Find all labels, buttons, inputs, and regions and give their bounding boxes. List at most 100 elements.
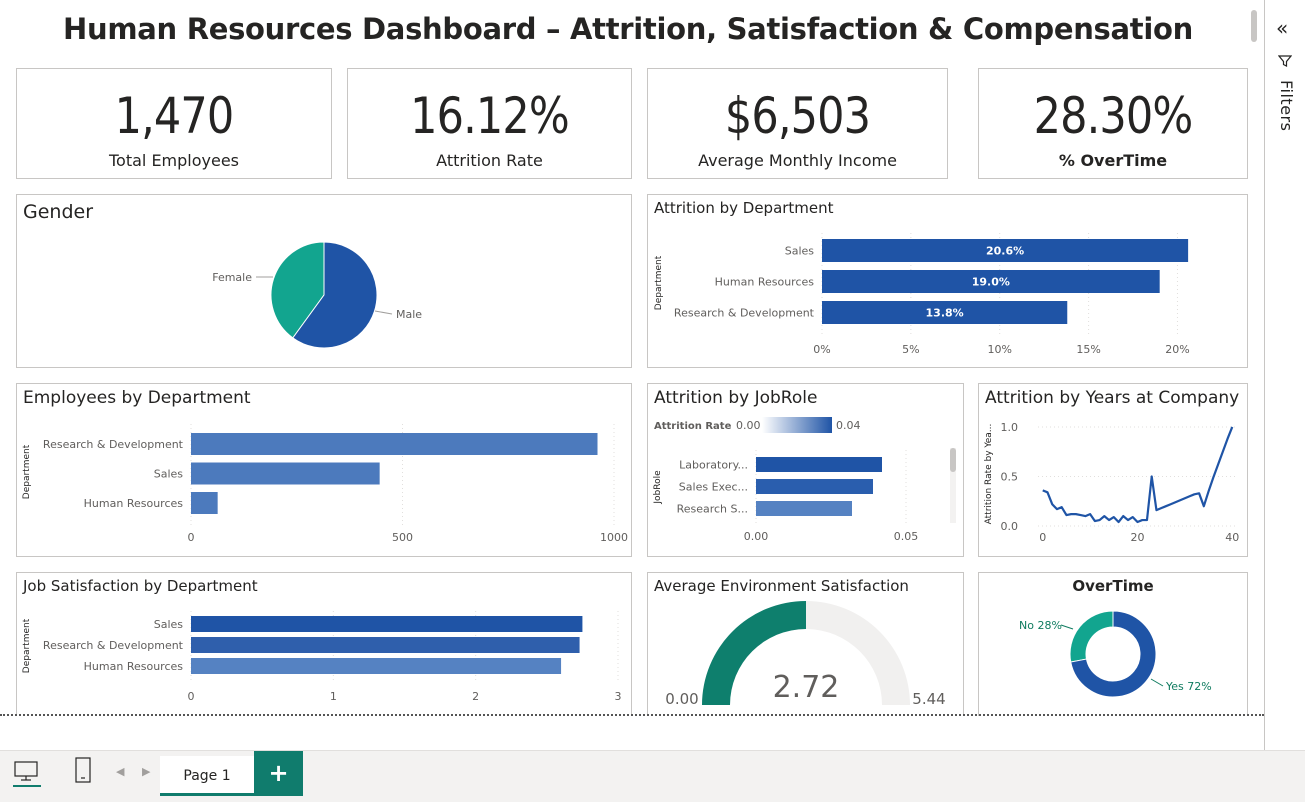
previous-page-icon[interactable]: ◀ bbox=[116, 765, 124, 778]
y-axis-title: Attrition Rate by Yea... bbox=[984, 424, 994, 525]
bar bbox=[191, 492, 218, 514]
x-tick-label: 2 bbox=[472, 690, 479, 703]
kpi-value: 28.30% bbox=[1033, 87, 1194, 145]
overtime-donut-chart[interactable]: No 28% Yes 72% bbox=[979, 573, 1247, 716]
kpi-label: Total Employees bbox=[108, 151, 240, 170]
kpi-overtime-pct[interactable]: 28.30% % OverTime bbox=[978, 68, 1248, 179]
category-label: Sales bbox=[154, 618, 184, 631]
y-tick-label: 0.5 bbox=[1001, 470, 1019, 483]
expand-chevron-icon[interactable]: « bbox=[1276, 16, 1288, 40]
kpi-total-employees[interactable]: 1,470 Total Employees bbox=[16, 68, 332, 179]
category-label: Research & Development bbox=[43, 639, 184, 652]
bar bbox=[191, 658, 562, 674]
y-axis-title: JobRole bbox=[653, 470, 663, 505]
visual-overtime[interactable]: OverTime No 28% Yes 72% bbox=[978, 572, 1248, 716]
bar bbox=[756, 457, 882, 472]
category-label: Sales Exec... bbox=[679, 481, 748, 494]
kpi-label: Attrition Rate bbox=[436, 151, 543, 170]
attrition-years-line-chart[interactable]: 0.0 0.5 1.0 0 20 40 Attrition Rate by Yea... bbox=[979, 384, 1247, 556]
mobile-layout-icon[interactable] bbox=[74, 757, 92, 785]
gauge-max-label: 5.44 bbox=[912, 690, 945, 708]
kpi-value: $6,503 bbox=[724, 87, 871, 145]
category-label: Laboratory... bbox=[679, 459, 748, 472]
page-navigation-bar: ◀ ▶ Page 1 + bbox=[0, 750, 1305, 802]
job-satisfaction-bar-chart[interactable]: Sales Research & Development Human Resourc… bbox=[17, 573, 631, 716]
x-tick-label: 0.05 bbox=[894, 530, 919, 543]
x-tick-label: 20 bbox=[1131, 531, 1145, 544]
category-label: Research S... bbox=[677, 503, 748, 516]
x-tick-label: 1 bbox=[330, 690, 337, 703]
category-label: Human Resources bbox=[84, 660, 184, 673]
bar bbox=[756, 501, 852, 516]
gender-pie-chart[interactable]: Female Male bbox=[17, 195, 631, 367]
canvas-boundary bbox=[0, 714, 1264, 716]
kpi-value: 16.12% bbox=[410, 87, 570, 145]
kpi-label: % OverTime bbox=[1058, 151, 1168, 170]
visual-employees-by-department[interactable]: Employees by Department Research & Devel… bbox=[16, 383, 632, 557]
funnel-icon bbox=[1278, 55, 1292, 67]
leader-line bbox=[1150, 678, 1164, 687]
bar bbox=[191, 637, 580, 653]
bar bbox=[756, 479, 873, 494]
y-axis-title: Department bbox=[654, 255, 664, 310]
add-page-button[interactable]: + bbox=[254, 751, 303, 796]
x-tick-label: 0.00 bbox=[744, 530, 769, 543]
category-label: Sales bbox=[785, 245, 815, 258]
y-tick-label: 0.0 bbox=[1001, 520, 1019, 533]
filter-pane-collapsed[interactable]: « Filters bbox=[1264, 0, 1305, 750]
x-tick-label: 40 bbox=[1225, 531, 1239, 544]
y-axis-title: Department bbox=[22, 444, 32, 499]
data-label: 20.6% bbox=[986, 245, 1024, 258]
bar bbox=[191, 462, 380, 485]
data-label: 19.0% bbox=[972, 276, 1010, 289]
gauge-min-label: 0.00 bbox=[665, 690, 698, 708]
employees-department-bar-chart[interactable]: Research & Development Sales Human Resourc… bbox=[17, 384, 631, 556]
attrition-department-bar-chart[interactable]: Sales 20.6% Human Resources 19.0% Research &… bbox=[648, 195, 1247, 367]
visual-job-satisfaction-by-department[interactable]: Job Satisfaction by Department Sales Rese… bbox=[16, 572, 632, 716]
leader-line bbox=[1060, 624, 1074, 630]
x-tick-label: 0 bbox=[1039, 531, 1046, 544]
environment-satisfaction-gauge[interactable]: 2.72 0.00 5.44 bbox=[648, 573, 963, 716]
visual-gender[interactable]: Gender Female Male bbox=[16, 194, 632, 368]
category-label: Research & Development bbox=[43, 438, 184, 451]
filters-label[interactable]: Filters bbox=[1277, 80, 1296, 131]
tab-page-1[interactable]: Page 1 bbox=[160, 756, 254, 796]
visual-attrition-by-department[interactable]: Attrition by Department Sales 20.6% Human … bbox=[647, 194, 1248, 368]
category-label: Sales bbox=[154, 468, 184, 481]
slice-label: No 28% bbox=[1019, 619, 1062, 632]
legend-scroll-thumb bbox=[950, 448, 956, 472]
x-tick-label: 0 bbox=[188, 531, 195, 544]
data-label: 13.8% bbox=[926, 307, 964, 320]
visual-attrition-by-jobrole[interactable]: Attrition by JobRole Laboratory... Sales … bbox=[647, 383, 964, 557]
attrition-jobrole-bar-chart[interactable]: Laboratory... Sales Exec... Research S... 0… bbox=[648, 384, 963, 556]
line-series bbox=[1042, 426, 1234, 524]
category-label: Research & Development bbox=[674, 307, 815, 320]
x-tick-label: 500 bbox=[392, 531, 413, 544]
kpi-label: Average Monthly Income bbox=[698, 151, 897, 170]
leader-line bbox=[374, 310, 393, 315]
kpi-attrition-rate[interactable]: 16.12% Attrition Rate bbox=[347, 68, 632, 179]
kpi-avg-monthly-income[interactable]: $6,503 Average Monthly Income bbox=[647, 68, 948, 179]
x-tick-label: 10% bbox=[988, 343, 1012, 356]
canvas-scrollbar-thumb[interactable] bbox=[1251, 10, 1257, 42]
visual-attrition-by-years[interactable]: Attrition by Years at Company 0.0 0.5 1.0 0… bbox=[978, 383, 1248, 557]
y-tick-label: 1.0 bbox=[1001, 421, 1019, 434]
slice-label: Yes 72% bbox=[1165, 680, 1212, 693]
desktop-layout-icon[interactable] bbox=[13, 759, 41, 787]
x-tick-label: 0 bbox=[188, 690, 195, 703]
slice-label: Male bbox=[396, 308, 422, 321]
y-axis-title: Department bbox=[22, 618, 32, 673]
bar bbox=[191, 616, 583, 632]
x-tick-label: 3 bbox=[615, 690, 622, 703]
bar bbox=[191, 433, 598, 455]
report-canvas: Human Resources Dashboard – Attrition, S… bbox=[0, 0, 1264, 716]
visual-environment-satisfaction[interactable]: Average Environment Satisfaction 2.72 0.0… bbox=[647, 572, 964, 716]
legend-max-label: 0.04 bbox=[836, 419, 861, 432]
x-tick-label: 5% bbox=[902, 343, 919, 356]
page-title: Human Resources Dashboard – Attrition, S… bbox=[63, 12, 1193, 46]
slice-label: Female bbox=[212, 271, 252, 284]
next-page-icon[interactable]: ▶ bbox=[142, 765, 150, 778]
x-tick-label: 0% bbox=[813, 343, 830, 356]
category-label: Human Resources bbox=[84, 497, 184, 510]
x-tick-label: 20% bbox=[1165, 343, 1189, 356]
